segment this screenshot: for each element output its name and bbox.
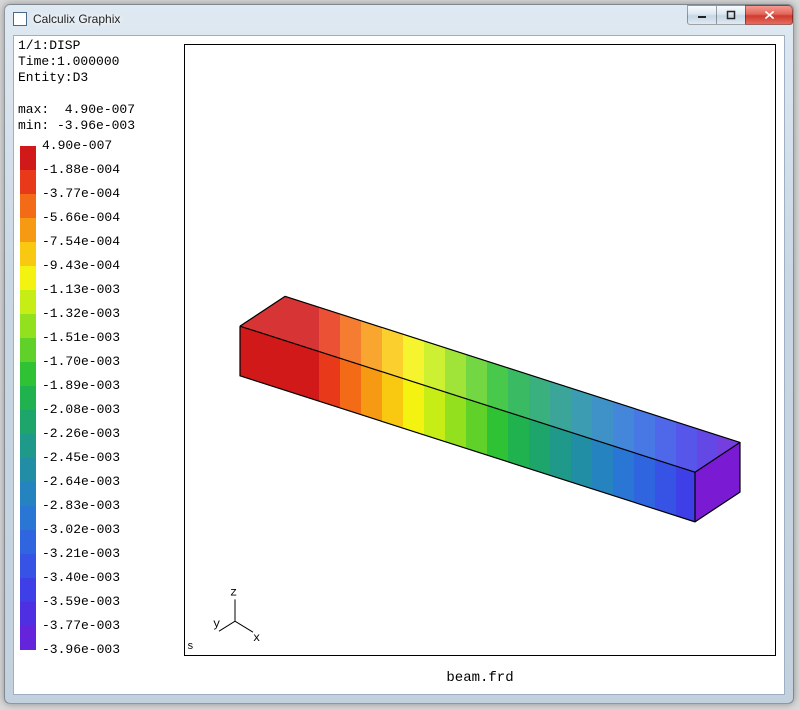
close-button[interactable] — [745, 5, 793, 25]
legend-swatch — [20, 458, 36, 482]
legend-swatch — [20, 386, 36, 410]
color-legend: 4.90e-007-1.88e-004-3.77e-004-5.66e-004-… — [20, 146, 120, 662]
legend-value: -1.88e-004 — [42, 158, 120, 182]
axis-x-label: x — [253, 631, 260, 645]
legend-swatch — [20, 602, 36, 626]
legend-value: -3.77e-003 — [42, 614, 120, 638]
info-block: 1/1:DISP Time:1.000000 Entity:D3 max: 4.… — [18, 38, 135, 134]
window-title: Calculix Graphix — [33, 12, 120, 26]
legend-swatch — [20, 506, 36, 530]
legend-value: -1.89e-003 — [42, 374, 120, 398]
legend-value: -9.43e-004 — [42, 254, 120, 278]
legend-swatch — [20, 554, 36, 578]
legend-swatch — [20, 242, 36, 266]
legend-value: -3.21e-003 — [42, 542, 120, 566]
info-entity: Entity:D3 — [18, 70, 88, 85]
client-area: 1/1:DISP Time:1.000000 Entity:D3 max: 4.… — [13, 35, 785, 695]
legend-swatch — [20, 218, 36, 242]
axis-z-label: z — [230, 585, 237, 599]
filename-label: beam.frd — [184, 670, 776, 686]
legend-value: -2.45e-003 — [42, 446, 120, 470]
titlebar[interactable]: Calculix Graphix — [5, 5, 793, 33]
corner-marker: s — [187, 641, 194, 653]
minimize-button[interactable] — [687, 5, 717, 25]
legend-value: -1.70e-003 — [42, 350, 120, 374]
legend-value: -2.64e-003 — [42, 470, 120, 494]
axis-y-label: y — [213, 617, 220, 631]
legend-swatch — [20, 626, 36, 650]
legend-swatch — [20, 338, 36, 362]
legend-value: -3.40e-003 — [42, 566, 120, 590]
legend-labels: 4.90e-007-1.88e-004-3.77e-004-5.66e-004-… — [42, 134, 120, 662]
beam-render: z y x — [185, 45, 775, 655]
legend-value: -2.26e-003 — [42, 422, 120, 446]
legend-value: -3.59e-003 — [42, 590, 120, 614]
plot-viewport[interactable]: z y x s — [184, 44, 776, 656]
legend-swatch — [20, 410, 36, 434]
app-window: Calculix Graphix 1/1:DISP Time:1.000000 … — [4, 4, 794, 704]
info-max: max: 4.90e-007 — [18, 102, 135, 117]
info-dataset: 1/1:DISP — [18, 38, 80, 53]
legend-value: -3.02e-003 — [42, 518, 120, 542]
legend-value: -3.77e-004 — [42, 182, 120, 206]
info-min: min: -3.96e-003 — [18, 118, 135, 133]
legend-value: -1.13e-003 — [42, 278, 120, 302]
legend-value: 4.90e-007 — [42, 134, 120, 158]
maximize-button[interactable] — [716, 5, 746, 25]
legend-value: -3.96e-003 — [42, 638, 120, 662]
app-icon — [13, 12, 27, 26]
legend-value: -2.08e-003 — [42, 398, 120, 422]
legend-swatch — [20, 434, 36, 458]
legend-swatch — [20, 170, 36, 194]
legend-swatch — [20, 266, 36, 290]
legend-swatch — [20, 482, 36, 506]
legend-swatch — [20, 314, 36, 338]
legend-swatch — [20, 530, 36, 554]
legend-value: -1.51e-003 — [42, 326, 120, 350]
legend-value: -1.32e-003 — [42, 302, 120, 326]
legend-swatch — [20, 362, 36, 386]
legend-value: -7.54e-004 — [42, 230, 120, 254]
legend-value: -2.83e-003 — [42, 494, 120, 518]
legend-swatch — [20, 146, 36, 170]
legend-value: -5.66e-004 — [42, 206, 120, 230]
legend-bar — [20, 146, 36, 650]
legend-swatch — [20, 578, 36, 602]
info-time: Time:1.000000 — [18, 54, 119, 69]
legend-swatch — [20, 290, 36, 314]
axis-triad-icon: z y x — [213, 585, 260, 645]
legend-swatch — [20, 194, 36, 218]
